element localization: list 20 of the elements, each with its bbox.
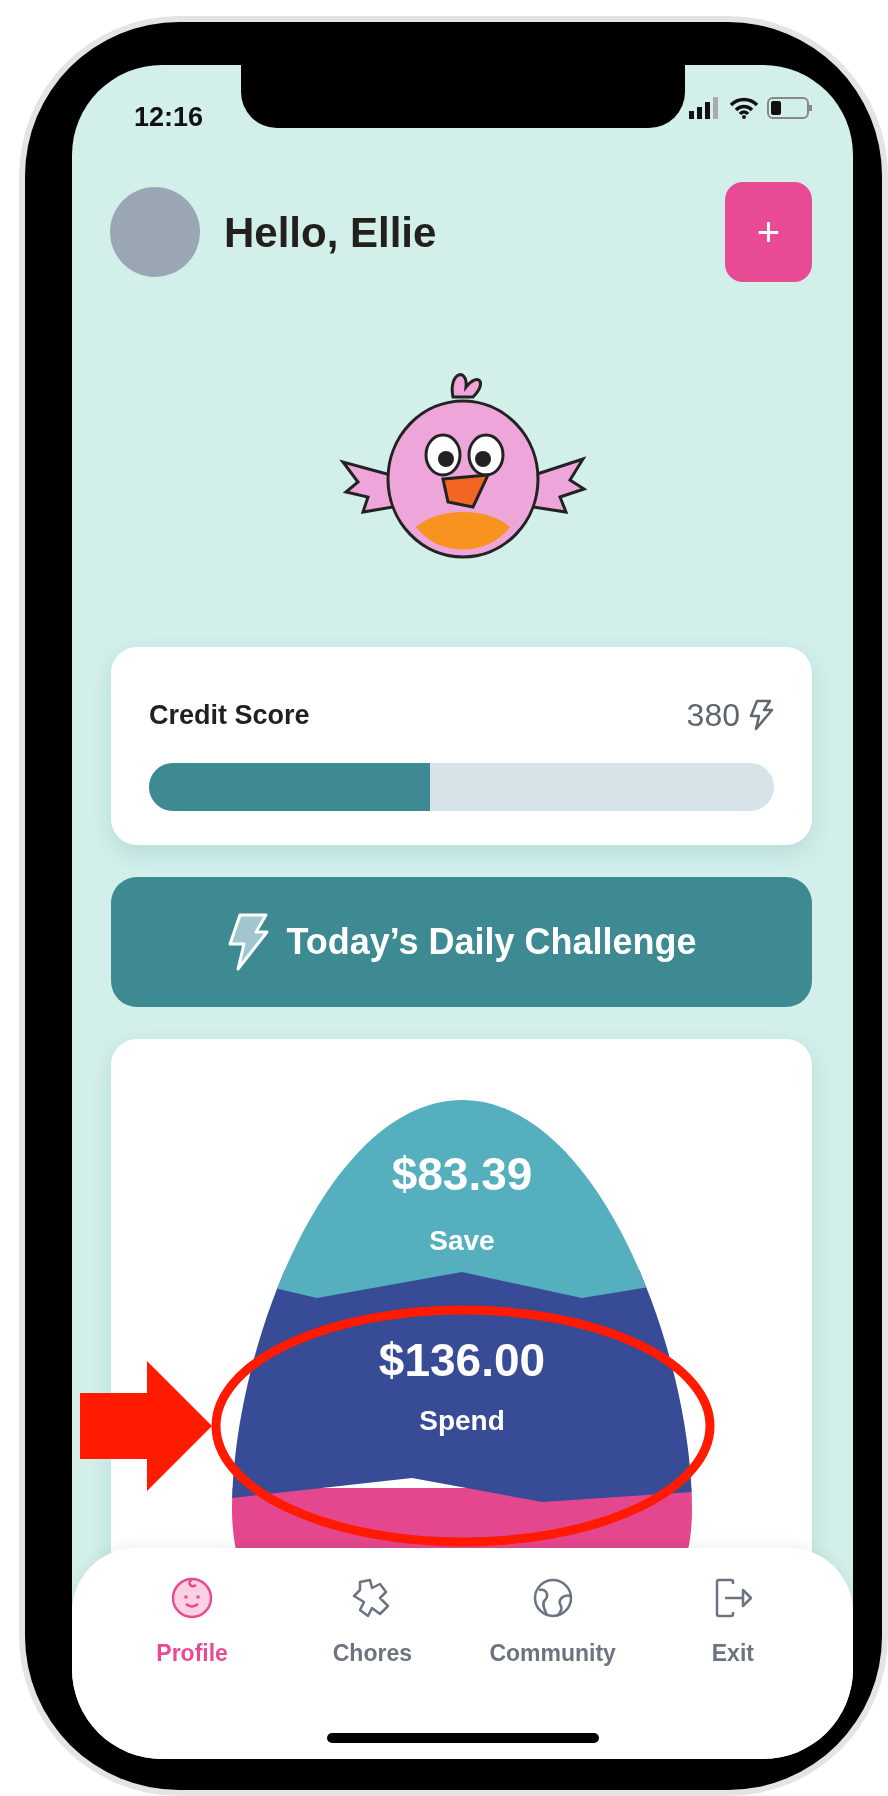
wifi-icon	[729, 97, 759, 119]
daily-challenge-button[interactable]: Today’s Daily Challenge	[111, 877, 812, 1007]
credit-score-value: 380	[686, 696, 740, 735]
lightning-icon	[748, 699, 774, 731]
status-time: 12:16	[134, 101, 204, 134]
lightning-icon	[226, 912, 271, 972]
battery-icon	[767, 97, 813, 119]
nav-tab[interactable]: Profile	[112, 1576, 273, 1671]
nav-tab[interactable]: Chores	[292, 1576, 453, 1671]
greeting-title: Hello, Ellie	[224, 207, 437, 258]
balance-amount: $136.00	[378, 1334, 545, 1386]
add-button[interactable]: +	[725, 182, 812, 282]
signal-icon	[689, 97, 721, 119]
baby-face-icon	[170, 1576, 215, 1620]
nav-tab[interactable]: Exit	[652, 1576, 813, 1671]
balance-label: Save	[428, 1225, 495, 1256]
balance-amount: $83.39	[391, 1148, 532, 1200]
credit-score-label: Credit Score	[149, 698, 310, 732]
nav-tab[interactable]: Community	[472, 1576, 633, 1671]
balance-label: Spend	[418, 1405, 505, 1436]
